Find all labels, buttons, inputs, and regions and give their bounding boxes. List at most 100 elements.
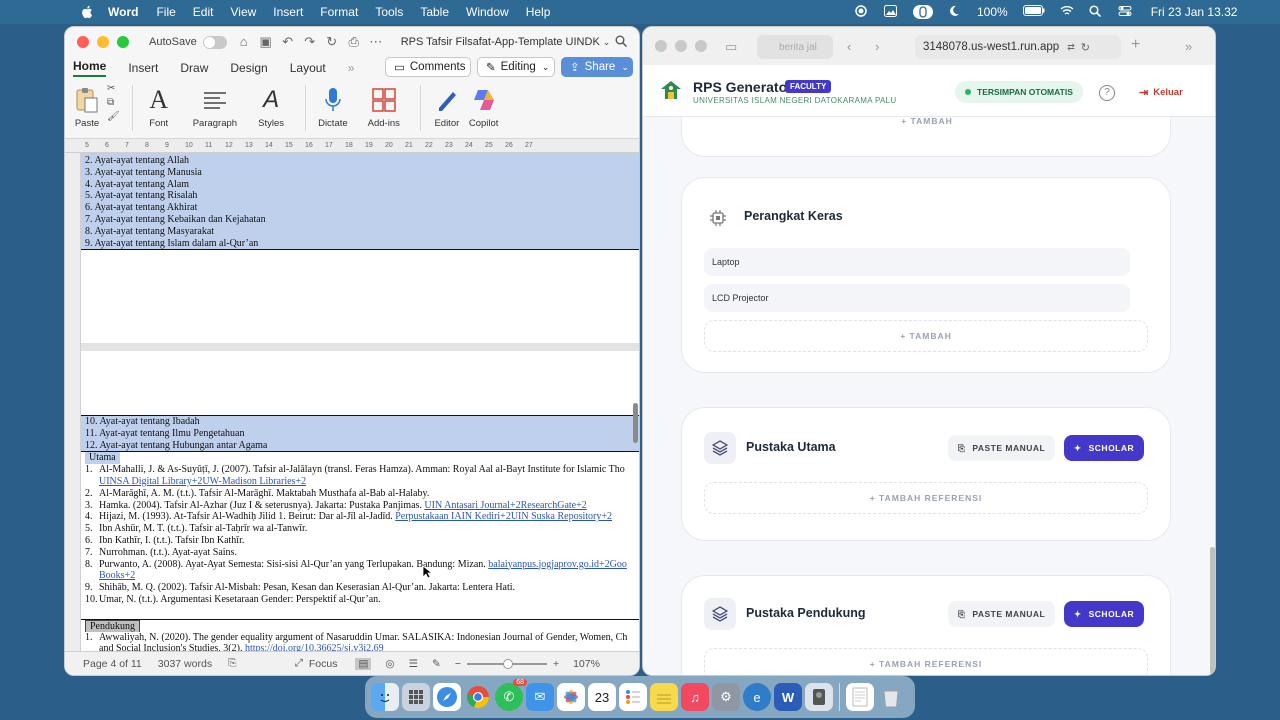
disk-utility-icon[interactable] (805, 683, 833, 711)
reference-item[interactable]: 9. Shihāb, M. Q. (2002). Tafsir Al-Misbah… (81, 582, 639, 594)
reminders-icon[interactable] (619, 683, 647, 711)
finder-icon[interactable] (371, 683, 399, 711)
zoom-in-icon[interactable]: + (553, 658, 559, 670)
address-bar[interactable]: 3148078.us-west1.run.app ⇄ ↻ (915, 35, 1121, 59)
reference-link[interactable]: Books+2 (99, 570, 135, 581)
hardware-item[interactable]: Laptop (704, 248, 1130, 276)
word-count[interactable]: 3037 words (158, 658, 212, 670)
tab-draw[interactable]: Draw (180, 61, 208, 75)
university-logo[interactable] (659, 79, 683, 103)
menubar-datetime[interactable]: Fri 23 Jan 13.32 (1151, 5, 1238, 19)
reference-item[interactable]: 2. Al-Marāghī, A. M. (t.t.). Tafsir Al-Ma… (81, 488, 639, 500)
moon-icon[interactable] (948, 5, 962, 19)
list-item[interactable]: 12. Ayat-ayat tentang Hubungan antar Aga… (81, 440, 639, 452)
system-settings-icon[interactable]: ⚙ (712, 683, 740, 711)
photos-icon[interactable] (884, 5, 898, 19)
edge-icon[interactable]: e (743, 683, 771, 711)
tab-design[interactable]: Design (230, 61, 267, 75)
minimize-window-button[interactable] (97, 36, 109, 48)
menu-app-name[interactable]: Word (108, 5, 138, 19)
back-icon[interactable]: ‹ (847, 39, 851, 54)
autosave-toggle[interactable] (202, 35, 227, 49)
copy-icon[interactable]: ⧉ (107, 97, 120, 108)
control-center-icon[interactable] (1118, 5, 1132, 19)
editing-button[interactable]: ✎ Editing ⌄ (477, 57, 555, 77)
menu-format[interactable]: Format (320, 5, 358, 19)
list-item[interactable]: 7. Ayat-ayat tentang Kebaikan dan Kejaha… (81, 214, 639, 226)
reference-item[interactable]: 6. Ibn Kathīr, I. (t.t.). Tafsir Ibn Kath… (81, 535, 639, 547)
sidebar-toggle-icon[interactable]: ▭ (725, 39, 737, 55)
page-scrollbar[interactable] (1210, 547, 1215, 675)
page-count[interactable]: Page 4 of 11 (83, 658, 142, 670)
mail-icon[interactable]: ✉ (526, 683, 554, 711)
add-reference-button[interactable]: + TAMBAH REFERENSI (704, 482, 1148, 514)
outline-icon[interactable]: ☰ (409, 658, 418, 670)
spotlight-search-icon[interactable] (1089, 5, 1103, 19)
apple-icon[interactable] (80, 5, 94, 19)
reference-item[interactable]: 7. Nurrohman. (t.t.). Ayat-ayat Sains. (81, 547, 639, 559)
document-thumbnail-icon[interactable] (846, 683, 874, 711)
add-button[interactable]: + TAMBAH (682, 117, 1172, 126)
topic-list-a[interactable]: 2. Ayat-ayat tentang Allah 3. Ayat-ayat … (81, 153, 639, 251)
minimize-window-button[interactable] (675, 40, 687, 52)
paste-button[interactable]: Paste (73, 85, 101, 129)
hardware-item[interactable]: LCD Projector (704, 284, 1130, 312)
zoom-slider-knob[interactable] (502, 658, 513, 669)
menu-edit[interactable]: Edit (193, 5, 214, 19)
zoom-out-icon[interactable]: − (455, 658, 461, 670)
proofing-icon[interactable]: ⎘ (228, 657, 236, 670)
zoom-window-button[interactable] (695, 40, 707, 52)
reference-link[interactable]: UIN Antasari Journal+2ResearchGate+2 (424, 500, 586, 511)
list-item[interactable]: 3. Ayat-ayat tentang Manusia (81, 167, 639, 179)
reference-item[interactable]: 5. Ibn Ashūr, M. T. (t.t.). Tafsir al-Taḥ… (81, 523, 639, 535)
new-tab-icon[interactable]: + (1131, 36, 1140, 54)
list-item[interactable]: 10. Ayat-ayat tentang Ibadah (81, 416, 639, 428)
reference-item[interactable]: Books+2 (81, 570, 639, 582)
logout-button[interactable]: ⇥ Keluar (1139, 86, 1183, 99)
comments-button[interactable]: ▭ Comments (385, 57, 471, 77)
document-page[interactable]: 10. Ayat-ayat tentang Ibadah 11. Ayat-ay… (81, 351, 639, 653)
home-icon[interactable]: ⌂ (237, 35, 251, 49)
save-icon[interactable]: ▣ (259, 35, 273, 49)
list-item[interactable]: 9. Ayat-ayat tentang Islam dalam al-Qur’… (81, 238, 639, 250)
print-layout-icon[interactable]: ▤ (355, 657, 372, 670)
whatsapp-icon[interactable]: ✆ 68 (495, 679, 527, 711)
notes-icon[interactable] (650, 683, 678, 711)
reference-item[interactable]: 1. Awwaliyah, N. (2020). The gender equal… (81, 632, 639, 644)
focus-icon[interactable]: ⤢ (294, 657, 302, 670)
pendukung-reference-list[interactable]: 1. Awwaliyah, N. (2020). The gender equal… (81, 632, 639, 653)
reference-link[interactable]: balaiyanpus.jogjaprov.go.id+2Goo (488, 559, 627, 570)
menu-window[interactable]: Window (466, 5, 509, 19)
menu-file[interactable]: File (156, 5, 175, 19)
menu-table[interactable]: Table (420, 5, 449, 19)
close-window-button[interactable] (77, 36, 89, 48)
zoom-slider[interactable] (466, 658, 547, 669)
battery-icon[interactable] (1022, 5, 1045, 19)
browser-tab[interactable]: berita jal (757, 35, 833, 59)
music-icon[interactable]: ♫ (681, 683, 709, 711)
document-page[interactable]: 2. Ayat-ayat tentang Allah 3. Ayat-ayat … (81, 153, 639, 343)
add-ins-button[interactable]: Add-ins (368, 85, 400, 129)
dictate-button[interactable]: Dictate (318, 85, 348, 129)
forward-icon[interactable]: › (875, 39, 879, 54)
reference-item[interactable]: 8. Purwanto, A. (2008). Ayat-Ayat Semesta… (81, 559, 639, 571)
share-button[interactable]: ⇪ Share ⌄ (561, 57, 633, 77)
list-item[interactable]: 8. Ayat-ayat tentang Masyarakat (81, 226, 639, 238)
document-canvas[interactable]: 2. Ayat-ayat tentang Allah 3. Ayat-ayat … (65, 153, 639, 653)
trash-icon[interactable] (877, 683, 905, 711)
zoom-level[interactable]: 107% (573, 658, 600, 670)
expand-icon[interactable]: » (1185, 39, 1192, 54)
tab-insert[interactable]: Insert (128, 61, 158, 75)
help-icon[interactable]: ? (1099, 85, 1115, 101)
url-text[interactable]: 3148078.us-west1.run.app (923, 41, 1059, 53)
tab-layout[interactable]: Layout (290, 61, 326, 75)
reference-item[interactable]: 10. Umar, N. (t.t.). Argumentasi Kesetara… (81, 594, 639, 606)
web-layout-icon[interactable]: ◎ (385, 658, 394, 670)
add-hardware-button[interactable]: + TAMBAH (704, 320, 1148, 352)
more-tabs-icon[interactable]: » (348, 61, 355, 75)
safari-icon[interactable] (433, 683, 461, 711)
undo-icon[interactable]: ↶ (281, 35, 295, 49)
wifi-icon[interactable] (1060, 5, 1074, 19)
list-item[interactable]: 11. Ayat-ayat tentang Ilmu Pengetahuan (81, 428, 639, 440)
list-item[interactable]: 2. Ayat-ayat tentang Allah (81, 155, 639, 167)
